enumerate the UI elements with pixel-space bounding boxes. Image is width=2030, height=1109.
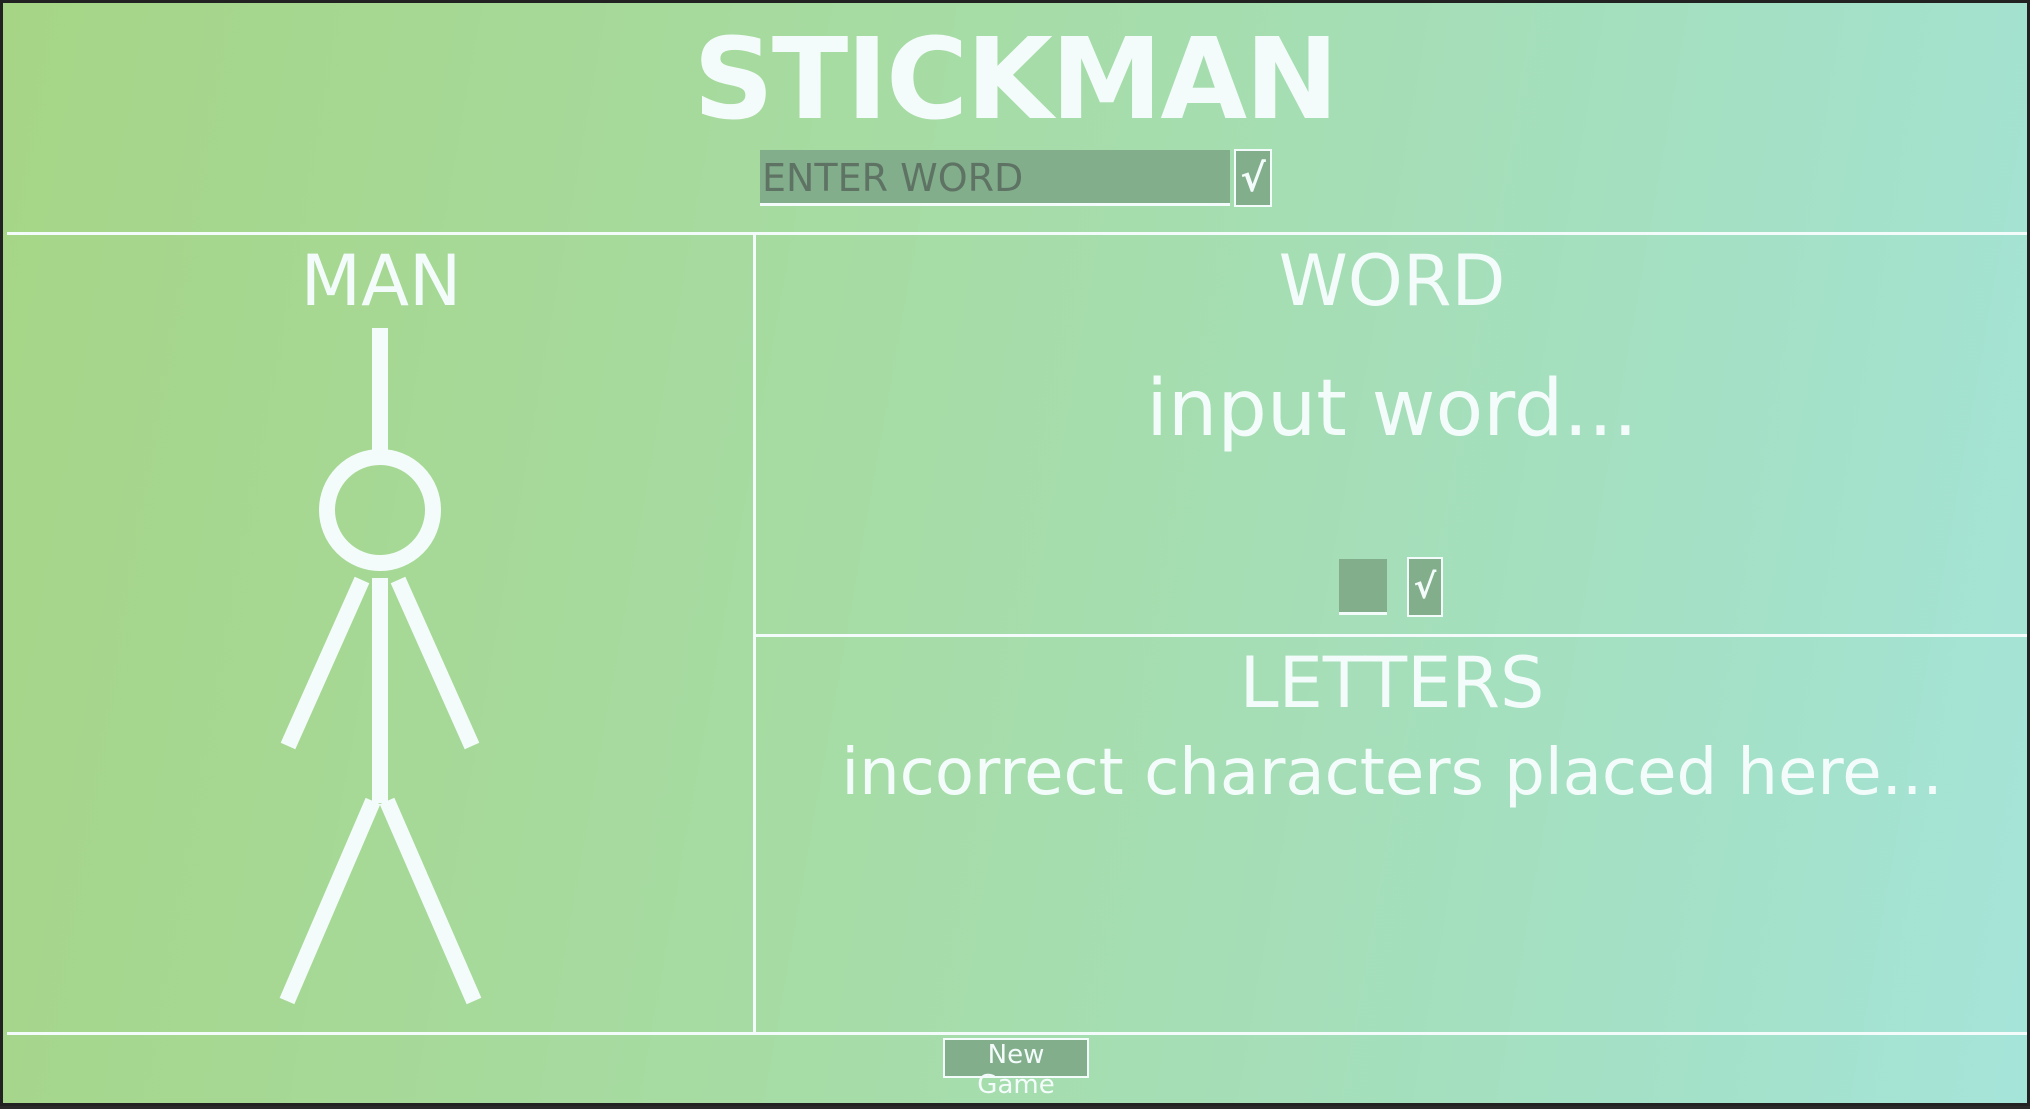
stickman-right-leg [379, 797, 482, 1005]
game-window: STICKMAN √ MAN WORD input word... √ LETT… [0, 0, 2030, 1106]
submit-letter-button[interactable]: √ [1407, 557, 1443, 617]
letters-heading: LETTERS [1239, 642, 1545, 724]
word-heading: WORD [1278, 240, 1506, 322]
new-game-button[interactable]: New Game [943, 1038, 1089, 1100]
stickman-figure [279, 328, 482, 1005]
stickman-left-arm [280, 576, 370, 750]
stickman-right-arm [390, 576, 480, 750]
stickman-head [319, 449, 441, 571]
word-display: input word... [1146, 364, 1638, 454]
incorrect-letters-display: incorrect characters placed here... [841, 736, 1943, 810]
letter-input[interactable] [1339, 559, 1387, 615]
stickman-left-leg [279, 797, 381, 1005]
